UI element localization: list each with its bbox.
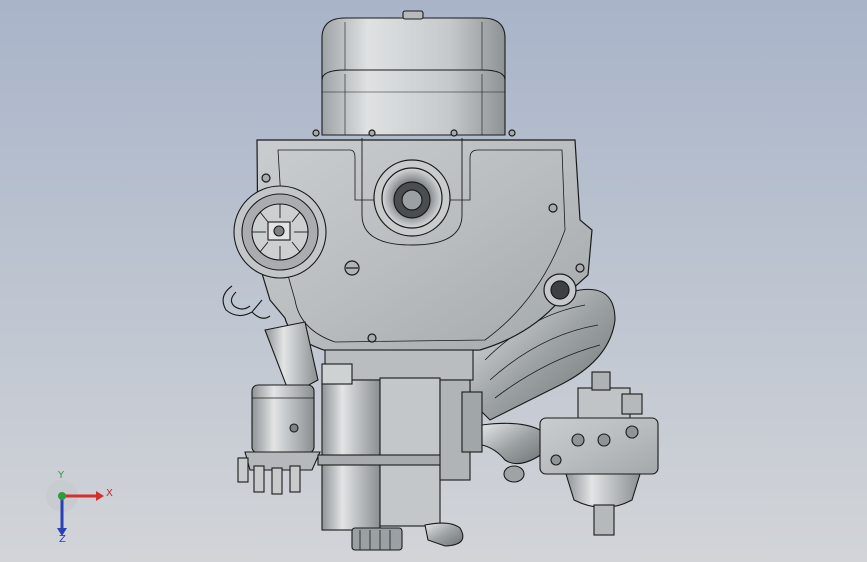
coordinate-triad: X Y Z bbox=[40, 470, 120, 548]
x-axis-label: X bbox=[106, 488, 113, 499]
flywheel-gear[interactable] bbox=[233, 185, 327, 279]
y-axis-dot bbox=[58, 492, 66, 500]
ignition-distributor[interactable] bbox=[237, 321, 321, 495]
y-axis-label: Y bbox=[58, 470, 65, 481]
fuel-tank[interactable] bbox=[321, 10, 506, 136]
ignition-wire-clip[interactable] bbox=[222, 285, 271, 319]
intake-elbow[interactable] bbox=[481, 422, 546, 483]
bolt-head bbox=[344, 260, 360, 276]
engine-3d-model[interactable] bbox=[0, 0, 867, 562]
carburetor[interactable] bbox=[539, 371, 659, 536]
starter-motor[interactable] bbox=[317, 349, 483, 551]
z-axis-label: Z bbox=[59, 534, 66, 545]
graphics-viewport[interactable]: X Y Z bbox=[0, 0, 867, 562]
